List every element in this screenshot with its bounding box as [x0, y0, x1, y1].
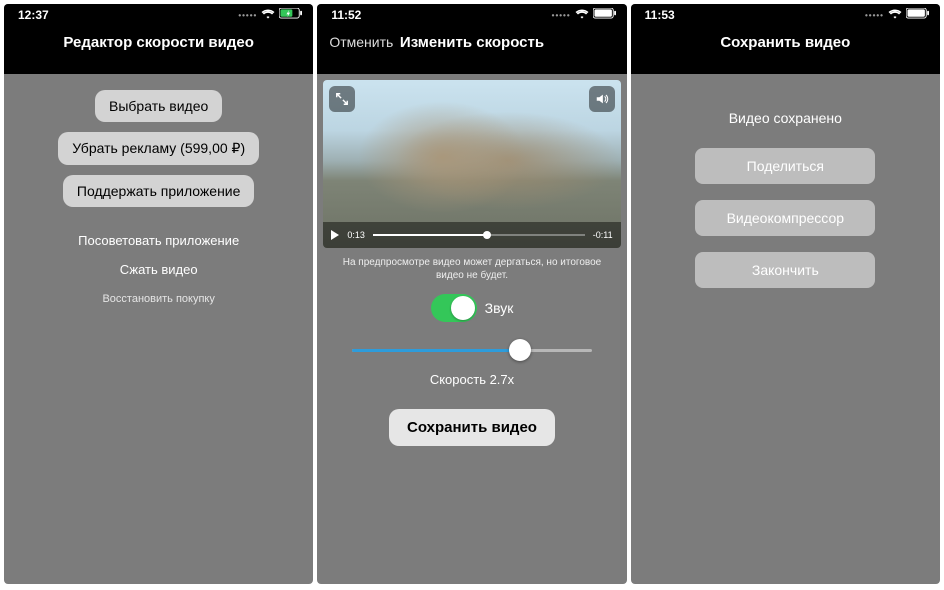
signal-icon: •••••: [552, 11, 571, 20]
sound-label: Звук: [485, 300, 514, 316]
page-title: Изменить скорость: [400, 34, 544, 51]
share-button[interactable]: Поделиться: [695, 148, 875, 184]
speed-slider[interactable]: [352, 338, 592, 362]
wifi-icon: [575, 8, 589, 22]
signal-icon: •••••: [238, 11, 257, 20]
recommend-link[interactable]: Посоветовать приложение: [78, 233, 239, 248]
header: Сохранить видео: [631, 22, 940, 62]
select-video-button[interactable]: Выбрать видео: [95, 90, 222, 122]
screen-editor: 11:52 ••••• Отменить Изменить скорость: [317, 4, 626, 584]
wifi-icon: [261, 8, 275, 22]
status-bar: 11:52 •••••: [317, 4, 626, 22]
player-bar: 0:13 -0:11: [323, 222, 620, 248]
sound-toggle[interactable]: [431, 294, 477, 322]
saved-message: Видео сохранено: [631, 110, 940, 126]
top-bar: 11:53 ••••• Сохранить видео: [631, 4, 940, 74]
mute-icon[interactable]: [589, 86, 615, 112]
header: Отменить Изменить скорость: [317, 22, 626, 62]
speed-label: Скорость 2.7x: [430, 372, 514, 387]
remove-ads-button[interactable]: Убрать рекламу (599,00 ₽): [58, 132, 259, 165]
compressor-button[interactable]: Видеокомпрессор: [695, 200, 875, 236]
seek-track[interactable]: [373, 234, 585, 236]
battery-icon: [906, 8, 930, 22]
screen-saved: 11:53 ••••• Сохранить видео Видео сохран…: [631, 4, 940, 584]
status-bar: 11:53 •••••: [631, 4, 940, 22]
header: Редактор скорости видео: [4, 22, 313, 62]
compress-link[interactable]: Сжать видео: [120, 262, 198, 277]
page-title: Сохранить видео: [720, 34, 850, 51]
signal-icon: •••••: [865, 11, 884, 20]
status-time: 11:53: [645, 8, 675, 22]
top-bar: 12:37 ••••• Редактор скорости видео: [4, 4, 313, 74]
finish-button[interactable]: Закончить: [695, 252, 875, 288]
screen-home: 12:37 ••••• Редактор скорости видео Выбр…: [4, 4, 313, 584]
battery-charging-icon: [279, 8, 303, 22]
time-elapsed: 0:13: [347, 230, 365, 240]
restore-purchase-link[interactable]: Восстановить покупку: [102, 293, 214, 305]
support-app-button[interactable]: Поддержать приложение: [63, 175, 255, 207]
fullscreen-icon[interactable]: [329, 86, 355, 112]
status-time: 12:37: [18, 8, 49, 22]
status-time: 11:52: [331, 8, 361, 22]
wifi-icon: [888, 8, 902, 22]
preview-hint: На предпросмотре видео может дергаться, …: [317, 248, 626, 284]
battery-icon: [593, 8, 617, 22]
video-preview[interactable]: 0:13 -0:11: [323, 80, 620, 248]
cancel-button[interactable]: Отменить: [329, 34, 393, 50]
play-icon[interactable]: [331, 230, 339, 240]
status-bar: 12:37 •••••: [4, 4, 313, 22]
save-video-button[interactable]: Сохранить видео: [389, 409, 555, 446]
time-remaining: -0:11: [593, 230, 613, 240]
top-bar: 11:52 ••••• Отменить Изменить скорость: [317, 4, 626, 74]
page-title: Редактор скорости видео: [63, 34, 253, 51]
